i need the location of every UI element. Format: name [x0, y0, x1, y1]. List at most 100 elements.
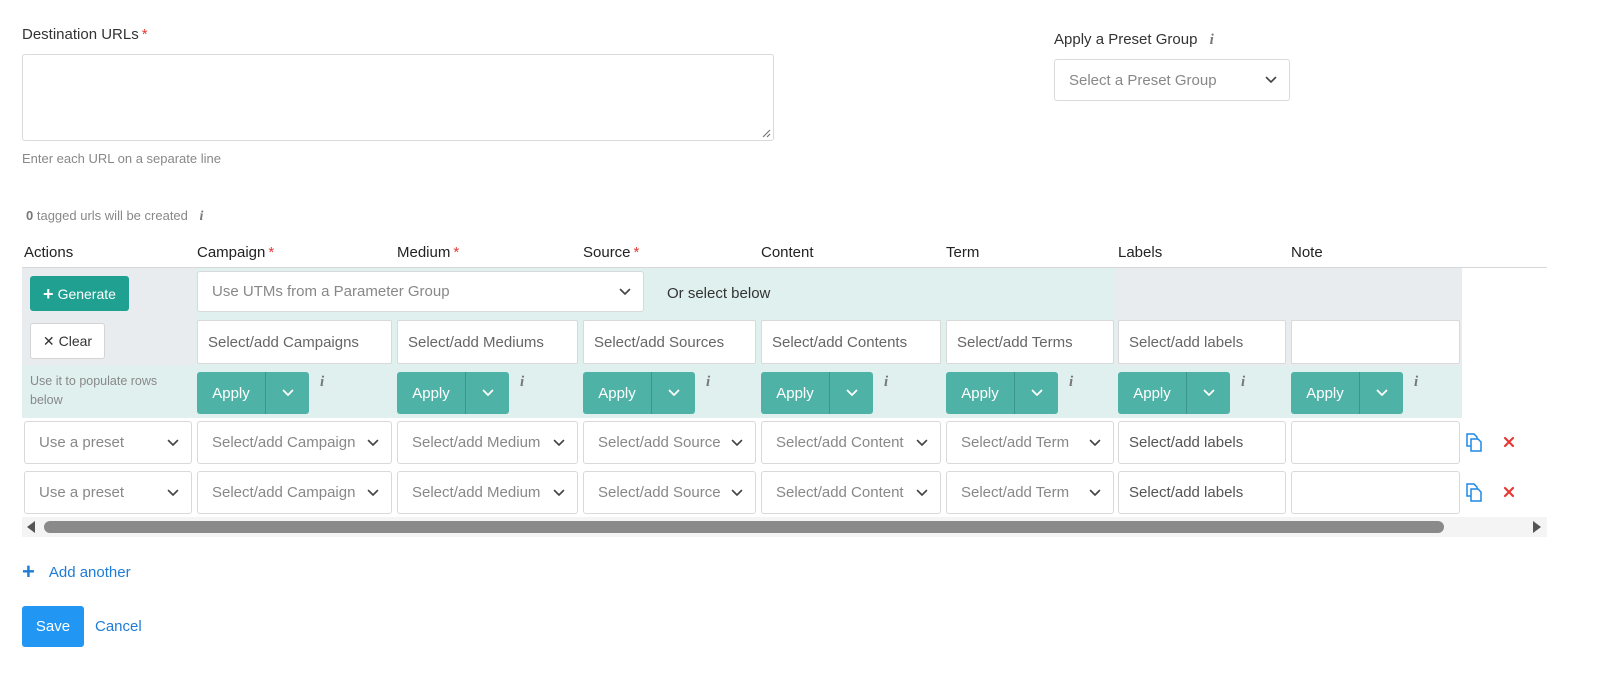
generate-button[interactable]: + Generate — [30, 276, 129, 311]
chevron-down-icon — [731, 439, 743, 447]
apply-mediums-dropdown[interactable] — [466, 372, 509, 414]
column-header-source: Source * — [583, 244, 639, 261]
apply-note-group: Apply — [1291, 372, 1403, 414]
row-1-note-input[interactable] — [1291, 421, 1460, 464]
chevron-down-icon — [367, 489, 379, 497]
chevron-down-icon — [731, 489, 743, 497]
chevron-down-icon — [668, 389, 680, 397]
required-mark: * — [141, 26, 148, 43]
plus-icon: + — [43, 283, 54, 304]
bulk-labels-input[interactable]: Select/add labels — [1118, 320, 1286, 364]
apply-labels-dropdown[interactable] — [1187, 372, 1230, 414]
chevron-down-icon — [1089, 489, 1101, 497]
row-2-source-select[interactable]: Select/add Source — [583, 471, 756, 514]
or-select-below-text: Or select below — [667, 285, 771, 302]
destination-urls-textarea[interactable] — [22, 54, 774, 141]
scrollbar-thumb[interactable] — [44, 521, 1444, 533]
required-mark: * — [453, 244, 460, 261]
chevron-down-icon — [1265, 76, 1277, 84]
copy-icon[interactable] — [1464, 432, 1484, 452]
chevron-down-icon — [1376, 389, 1388, 397]
destination-urls-label-text: Destination URLs — [22, 26, 139, 43]
delete-x-icon[interactable] — [1503, 486, 1515, 498]
row-2-content-select[interactable]: Select/add Content — [761, 471, 941, 514]
info-icon[interactable]: i — [1414, 374, 1418, 391]
table-header: Actions Campaign * Medium * Source * Conten… — [22, 240, 1547, 268]
row-1-term-text: Select/add Term — [961, 434, 1070, 451]
row-2-medium-select[interactable]: Select/add Medium — [397, 471, 578, 514]
destination-urls-label: Destination URLs * — [22, 26, 148, 43]
row-1-labels-input[interactable]: Select/add labels — [1118, 421, 1286, 464]
row-2-term-select[interactable]: Select/add Term — [946, 471, 1114, 514]
apply-mediums-button[interactable]: Apply — [397, 372, 466, 414]
column-header-medium-text: Medium — [397, 244, 451, 261]
info-icon[interactable]: i — [1210, 32, 1214, 49]
row-2-note-input[interactable] — [1291, 471, 1460, 514]
bulk-campaigns-input[interactable]: Select/add Campaigns — [197, 320, 392, 364]
scroll-left-arrow-icon[interactable] — [25, 520, 37, 534]
bulk-sources-input[interactable]: Select/add Sources — [583, 320, 756, 364]
populate-hint: Use it to populate rows below — [30, 374, 158, 407]
apply-terms-dropdown[interactable] — [1015, 372, 1058, 414]
row-1-content-select[interactable]: Select/add Content — [761, 421, 941, 464]
chevron-down-icon — [167, 489, 179, 497]
row-2-medium-text: Select/add Medium — [412, 484, 541, 501]
info-icon[interactable]: i — [706, 374, 710, 391]
parameter-group-select[interactable]: Use UTMs from a Parameter Group — [197, 271, 644, 312]
row-2-campaign-select[interactable]: Select/add Campaign — [197, 471, 392, 514]
info-icon[interactable]: i — [320, 374, 324, 391]
info-icon[interactable]: i — [200, 209, 204, 225]
bulk-contents-input[interactable]: Select/add Contents — [761, 320, 941, 364]
save-button[interactable]: Save — [22, 606, 84, 647]
row-1-term-select[interactable]: Select/add Term — [946, 421, 1114, 464]
row-1-medium-text: Select/add Medium — [412, 434, 541, 451]
bulk-mediums-input[interactable]: Select/add Mediums — [397, 320, 578, 364]
chevron-down-icon — [619, 288, 631, 296]
apply-note-button[interactable]: Apply — [1291, 372, 1360, 414]
generate-button-label: Generate — [57, 285, 116, 302]
chevron-down-icon — [1089, 439, 1101, 447]
column-header-content: Content — [761, 244, 814, 261]
scroll-right-arrow-icon[interactable] — [1531, 520, 1543, 534]
apply-contents-group: Apply — [761, 372, 873, 414]
cancel-link[interactable]: Cancel — [95, 618, 142, 635]
apply-campaigns-button[interactable]: Apply — [197, 372, 266, 414]
apply-contents-dropdown[interactable] — [830, 372, 873, 414]
chevron-down-icon — [1031, 389, 1043, 397]
close-icon: ✕ — [42, 332, 55, 349]
bulk-note-input[interactable] — [1291, 320, 1460, 364]
info-icon[interactable]: i — [520, 374, 524, 391]
preset-group-select[interactable]: Select a Preset Group — [1054, 59, 1290, 101]
clear-button[interactable]: ✕ Clear — [30, 323, 105, 359]
delete-x-icon[interactable] — [1503, 436, 1515, 448]
row-2-preset-select[interactable]: Use a preset — [24, 471, 192, 514]
tagged-urls-count-text: tagged urls will be created — [36, 208, 188, 223]
apply-note-dropdown[interactable] — [1360, 372, 1403, 414]
row-2-labels-input[interactable]: Select/add labels — [1118, 471, 1286, 514]
apply-sources-group: Apply — [583, 372, 695, 414]
row-1-campaign-select[interactable]: Select/add Campaign — [197, 421, 392, 464]
plus-icon: + — [22, 559, 35, 584]
copy-icon[interactable] — [1464, 482, 1484, 502]
row-1-source-select[interactable]: Select/add Source — [583, 421, 756, 464]
apply-campaigns-dropdown[interactable] — [266, 372, 309, 414]
apply-sources-button[interactable]: Apply — [583, 372, 652, 414]
apply-labels-button[interactable]: Apply — [1118, 372, 1187, 414]
apply-contents-button[interactable]: Apply — [761, 372, 830, 414]
apply-terms-button[interactable]: Apply — [946, 372, 1015, 414]
info-icon[interactable]: i — [1241, 374, 1245, 391]
parameter-group-placeholder: Use UTMs from a Parameter Group — [212, 283, 450, 300]
row-2-source-text: Select/add Source — [598, 484, 721, 501]
chevron-down-icon — [916, 489, 928, 497]
apply-sources-dropdown[interactable] — [652, 372, 695, 414]
info-icon[interactable]: i — [1069, 374, 1073, 391]
resize-grip-icon[interactable] — [761, 128, 771, 138]
add-another-link[interactable]: + Add another — [22, 561, 131, 583]
row-1-preset-select[interactable]: Use a preset — [24, 421, 192, 464]
row-2-campaign-text: Select/add Campaign — [212, 484, 356, 501]
info-icon[interactable]: i — [884, 374, 888, 391]
bulk-terms-input[interactable]: Select/add Terms — [946, 320, 1114, 364]
row-1-medium-select[interactable]: Select/add Medium — [397, 421, 578, 464]
chevron-down-icon — [282, 389, 294, 397]
column-header-campaign-text: Campaign — [197, 244, 266, 261]
